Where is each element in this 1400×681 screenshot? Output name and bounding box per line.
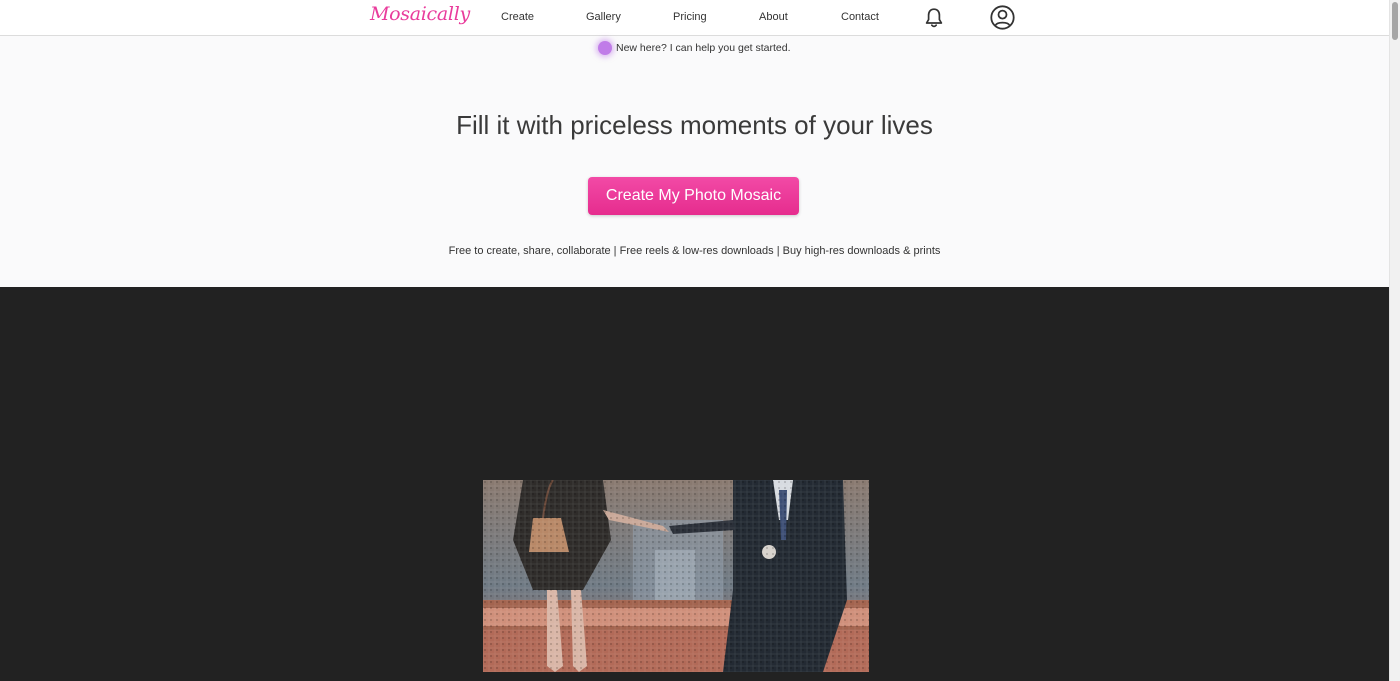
top-navbar: Mosaically Create Gallery Pricing About …: [0, 0, 1389, 36]
hero-tagline: Free to create, share, collaborate | Fre…: [448, 245, 941, 257]
nav-contact[interactable]: Contact: [841, 11, 879, 23]
nav-create[interactable]: Create: [501, 11, 534, 23]
bell-icon[interactable]: [924, 7, 944, 29]
hero-headline: Fill it with priceless moments of your l…: [456, 110, 933, 140]
mosaic-showcase-image: [483, 480, 869, 672]
account-icon[interactable]: [990, 5, 1015, 30]
nav-pricing[interactable]: Pricing: [673, 11, 707, 23]
showcase-section: [0, 287, 1389, 681]
logo[interactable]: Mosaically: [370, 3, 470, 25]
scrollbar-thumb[interactable]: [1392, 2, 1398, 40]
create-mosaic-button[interactable]: Create My Photo Mosaic: [588, 177, 799, 215]
nav-gallery[interactable]: Gallery: [586, 11, 621, 23]
hero-section: New here? I can help you get started. Fi…: [0, 37, 1389, 287]
getting-started-helper[interactable]: New here? I can help you get started.: [598, 41, 791, 55]
page-scrollbar[interactable]: [1389, 0, 1400, 681]
helper-dot-icon: [598, 41, 612, 55]
helper-text: New here? I can help you get started.: [616, 42, 791, 54]
nav-about[interactable]: About: [759, 11, 788, 23]
